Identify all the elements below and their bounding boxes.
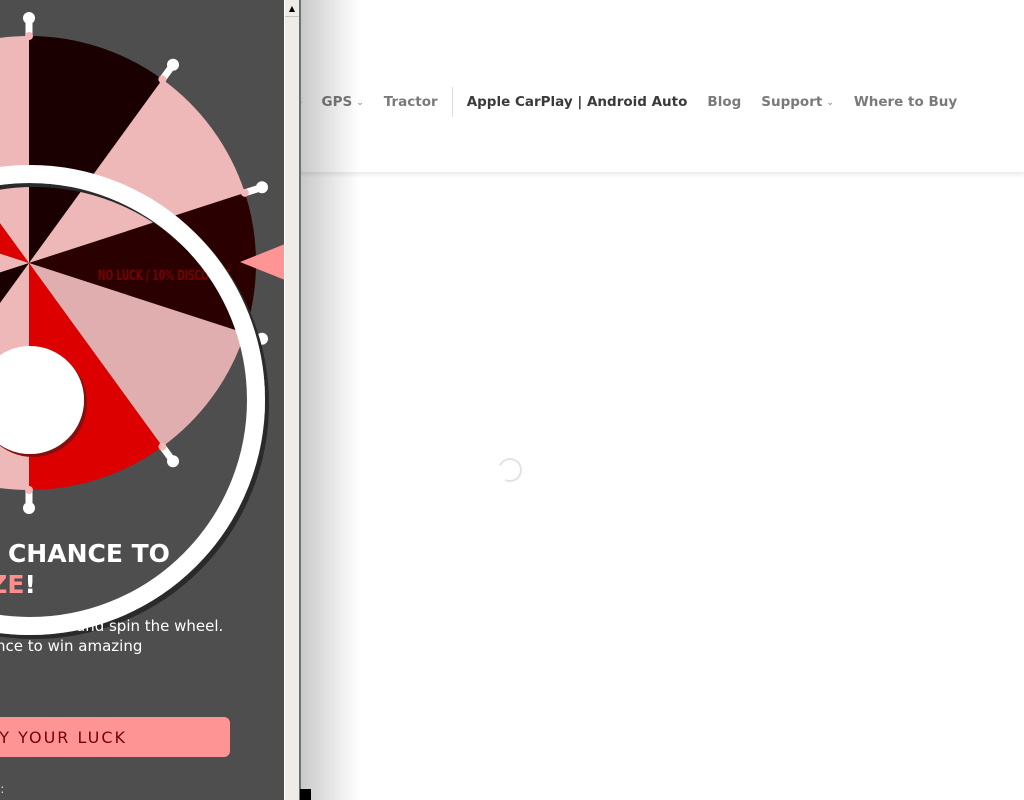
nav-item-label: GPS bbox=[321, 94, 353, 110]
main-nav: ⌄ GPS ⌄ Tractor Apple CarPlay | Android … bbox=[296, 87, 977, 117]
nav-divider bbox=[451, 87, 453, 117]
wheel-peg-icon bbox=[23, 486, 35, 514]
headline-line-1: R CHANCE TO bbox=[0, 539, 170, 568]
headline-tail: ! bbox=[24, 570, 36, 599]
popup-description: and spin the wheel. nce to win amazing bbox=[0, 616, 284, 656]
chevron-down-icon: ⌄ bbox=[356, 98, 364, 108]
popup-footnote: s: bbox=[0, 782, 5, 796]
nav-item-gps[interactable]: GPS ⌄ bbox=[322, 94, 364, 110]
description-line-2: nce to win amazing bbox=[0, 637, 143, 655]
wheel-peg-icon bbox=[23, 12, 35, 40]
scroll-up-arrow-icon[interactable]: ▲ bbox=[285, 0, 299, 17]
chevron-down-icon: ⌄ bbox=[826, 98, 834, 108]
try-your-luck-button[interactable]: Y YOUR LUCK bbox=[0, 717, 230, 757]
nav-item-label: Where to Buy bbox=[853, 94, 958, 110]
loading-spinner-icon bbox=[494, 454, 526, 486]
resize-corner bbox=[300, 789, 311, 800]
nav-item-support[interactable]: Support ⌄ bbox=[761, 94, 834, 110]
nav-item-blog[interactable]: Blog bbox=[707, 94, 741, 110]
nav-item-label: Support bbox=[761, 94, 823, 110]
nav-item-label: Apple CarPlay | Android Auto bbox=[466, 94, 688, 110]
headline-accent: IZE bbox=[0, 570, 25, 599]
description-line-1: and spin the wheel. bbox=[76, 617, 224, 635]
wheel-peg-icon bbox=[158, 58, 180, 84]
nav-item-carplay-android-auto[interactable]: Apple CarPlay | Android Auto bbox=[467, 94, 688, 110]
popup-scrollbar[interactable]: ▲ bbox=[284, 0, 301, 800]
nav-item-tractor[interactable]: Tractor bbox=[384, 94, 438, 110]
wheel-peg-icon bbox=[158, 442, 180, 468]
popup-headline: R CHANCE TO IZE! bbox=[0, 538, 280, 600]
nav-item-label: Blog bbox=[707, 94, 742, 110]
wheel-peg-icon bbox=[240, 181, 269, 197]
spin-wheel-popup: NO LUCK / 10% DISCOUNT R CHANCE TO IZE! … bbox=[0, 0, 284, 800]
nav-item-label: Tractor bbox=[383, 94, 438, 110]
nav-item-where-to-buy[interactable]: Where to Buy bbox=[854, 94, 957, 110]
scrollbar-edge bbox=[299, 0, 301, 800]
wheel-segment bbox=[0, 36, 29, 263]
headline-line-2: IZE! bbox=[0, 569, 280, 600]
